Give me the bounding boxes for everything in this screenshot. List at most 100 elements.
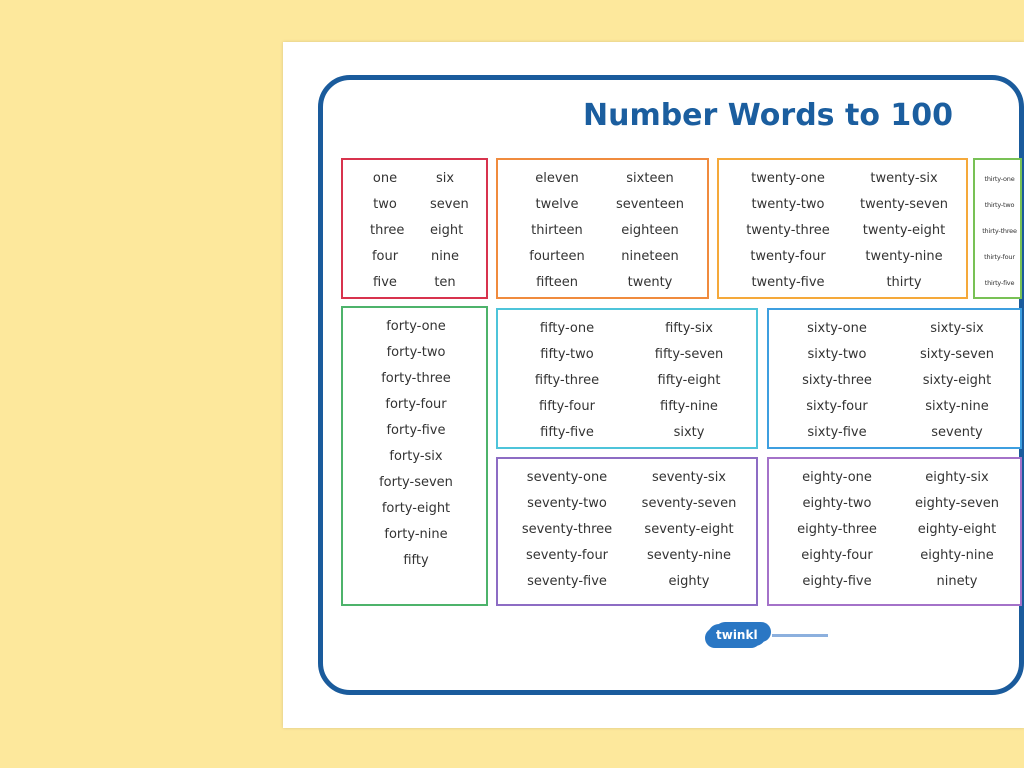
number-word: thirteen — [531, 223, 583, 238]
number-word: thirty-four — [984, 253, 1015, 261]
twinkl-logo: twinkl — [708, 624, 828, 646]
number-word: fifty-six — [665, 321, 713, 336]
number-word: eighty-six — [925, 470, 989, 485]
word-column: thirty-one thirty-two thirty-three thirty-f… — [977, 168, 1022, 298]
number-word: forty-six — [389, 449, 443, 464]
number-word: twenty-five — [751, 275, 825, 290]
number-word: nine — [430, 249, 460, 264]
number-word: forty-three — [381, 371, 451, 386]
number-word: eighty-seven — [914, 496, 1000, 511]
number-word: seventy-one — [526, 470, 608, 485]
number-word: fifty-two — [540, 347, 594, 362]
number-word: twenty-one — [751, 171, 825, 186]
word-column: eleven twelve thirteen fourteen fifteen — [507, 168, 607, 298]
number-word: twenty-seven — [860, 197, 948, 212]
number-word: two — [373, 197, 397, 212]
number-word: sixty-five — [807, 425, 867, 440]
word-box-41-50: forty-one forty-two forty-three forty-four f… — [341, 306, 488, 606]
number-word: sixty-nine — [925, 399, 989, 414]
number-word: twenty-six — [870, 171, 938, 186]
number-word: sixty-six — [930, 321, 984, 336]
number-word: ten — [434, 275, 456, 290]
number-word: eighty-nine — [920, 548, 994, 563]
number-word: nineteen — [621, 249, 679, 264]
word-column: eighty-six eighty-seven eighty-eight eighty… — [898, 467, 1016, 597]
number-word: forty-five — [386, 423, 446, 438]
number-word: forty-seven — [379, 475, 453, 490]
number-word: forty-nine — [384, 527, 448, 542]
word-column: sixteen seventeen eighteen nineteen twenty — [600, 168, 700, 298]
number-word: sixty-two — [807, 347, 867, 362]
number-word: fifty-five — [540, 425, 594, 440]
number-word: fifty-one — [539, 321, 595, 336]
number-word: eighty — [668, 574, 710, 589]
number-word: six — [435, 171, 455, 186]
number-word: seventy-seven — [641, 496, 737, 511]
number-word: twenty-eight — [862, 223, 946, 238]
number-word: twenty-two — [751, 197, 825, 212]
number-word: forty-four — [385, 397, 447, 412]
number-word: eighty-four — [801, 548, 873, 563]
number-word: seventy-three — [521, 522, 613, 537]
number-word: thirty-five — [984, 279, 1015, 287]
number-word: sixty-one — [807, 321, 867, 336]
number-word: forty-one — [386, 319, 446, 334]
number-word: fourteen — [529, 249, 585, 264]
number-word: ninety — [936, 574, 978, 589]
number-word: eighty-one — [802, 470, 872, 485]
word-box-31-40: thirty-one thirty-two thirty-three thirty-f… — [973, 158, 1022, 299]
number-word: seventy-six — [651, 470, 727, 485]
number-word: four — [371, 249, 399, 264]
number-word: eighty-five — [802, 574, 872, 589]
number-word: seventeen — [615, 197, 685, 212]
number-word: seventy-nine — [646, 548, 732, 563]
number-word: thirty-two — [984, 201, 1015, 209]
word-column: seventy-six seventy-seven seventy-eight sev… — [629, 467, 749, 597]
number-word: seventy-four — [525, 548, 609, 563]
number-word: fifty-nine — [660, 399, 718, 414]
logo-tagline — [771, 633, 828, 637]
number-word: eighty-three — [797, 522, 877, 537]
number-word: five — [373, 275, 397, 290]
word-box-71-80: seventy-one seventy-two seventy-three seven… — [496, 457, 758, 606]
word-box-61-70: sixty-one sixty-two sixty-three sixty-four s… — [767, 308, 1022, 449]
word-column: twenty-one twenty-two twenty-three twenty-f… — [729, 168, 847, 298]
number-word: twelve — [535, 197, 579, 212]
number-word: seventy-two — [527, 496, 607, 511]
number-word: twenty-three — [746, 223, 830, 238]
number-word: seventy-eight — [644, 522, 734, 537]
number-word: eight — [430, 223, 464, 238]
number-word: twenty-four — [750, 249, 826, 264]
page-title: Number Words to 100 — [582, 98, 953, 133]
number-word: three — [370, 223, 405, 238]
number-word: fifty-seven — [654, 347, 724, 362]
word-column: six seven eight nine ten — [430, 168, 469, 298]
word-box-1-10: one two three four five six seven eight nine ten — [341, 158, 488, 299]
number-word: fifty-eight — [657, 373, 721, 388]
number-word: twenty-nine — [865, 249, 943, 264]
word-box-21-30: twenty-one twenty-two twenty-three twenty-f… — [717, 158, 968, 299]
number-word: sixty-four — [806, 399, 868, 414]
number-word: sixteen — [626, 171, 674, 186]
word-box-51-60: fifty-one fifty-two fifty-three fifty-four f… — [496, 308, 758, 449]
number-word: forty-two — [386, 345, 446, 360]
number-word: seventy-five — [527, 574, 607, 589]
number-word: thirty-one — [984, 175, 1015, 183]
word-column: twenty-six twenty-seven twenty-eight twenty… — [845, 168, 963, 298]
number-word: fifty — [403, 553, 429, 568]
word-column: fifty-one fifty-two fifty-three fifty-four f… — [507, 318, 627, 448]
word-column: one two three four five — [370, 168, 405, 298]
number-word: sixty-three — [802, 373, 872, 388]
number-word: seventy — [931, 425, 983, 440]
word-column: eighty-one eighty-two eighty-three eighty-f… — [778, 467, 896, 597]
number-word: eighteen — [621, 223, 679, 238]
number-word: eighty-eight — [917, 522, 997, 537]
word-box-81-90: eighty-one eighty-two eighty-three eighty-f… — [767, 457, 1022, 606]
word-column: fifty-six fifty-seven fifty-eight fifty-nin… — [629, 318, 749, 448]
number-word: twenty — [627, 275, 673, 290]
word-column: sixty-one sixty-two sixty-three sixty-four s… — [778, 318, 896, 448]
number-word: eighty-two — [802, 496, 872, 511]
word-column: forty-one forty-two forty-three forty-four f… — [352, 316, 480, 576]
number-word: one — [372, 171, 398, 186]
number-word: sixty-seven — [919, 347, 995, 362]
